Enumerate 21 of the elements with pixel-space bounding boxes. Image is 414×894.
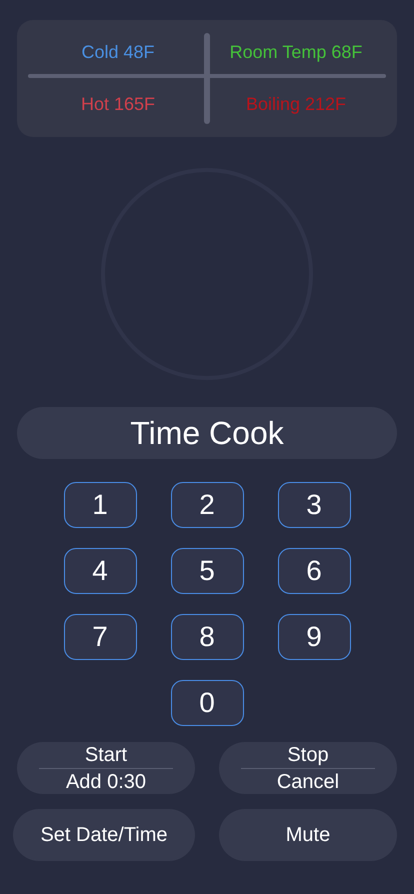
keypad-key[interactable]: 6	[278, 548, 350, 594]
button-label: Cancel	[276, 770, 340, 792]
keypad-key[interactable]: 1	[64, 482, 136, 528]
keypad-key[interactable]: 4	[64, 548, 136, 594]
keypad-key[interactable]: 8	[170, 614, 244, 660]
preset-button[interactable]: Cold 48F	[29, 26, 207, 78]
keypad-key[interactable]: 7	[64, 614, 136, 660]
keypad-key[interactable]: 0	[170, 680, 244, 726]
mode-button[interactable]: Time Cook	[17, 407, 397, 459]
preset-button[interactable]: Room Temp 68F	[207, 26, 385, 78]
button-label: Start	[84, 744, 128, 766]
action-button[interactable]: Stop Cancel	[219, 742, 397, 794]
keypad-key[interactable]: 3	[278, 482, 350, 528]
action-button[interactable]: Start Add 0:30	[17, 742, 195, 794]
keypad-key[interactable]: 5	[170, 548, 244, 594]
button-label: Stop	[287, 744, 329, 766]
keypad-key[interactable]: 2	[170, 482, 244, 528]
button-label: Add 0:30	[66, 770, 146, 792]
action-button[interactable]: Mute	[219, 809, 397, 861]
action-button[interactable]: Set Date/Time	[13, 809, 195, 861]
keypad-key[interactable]: 9	[278, 614, 350, 660]
